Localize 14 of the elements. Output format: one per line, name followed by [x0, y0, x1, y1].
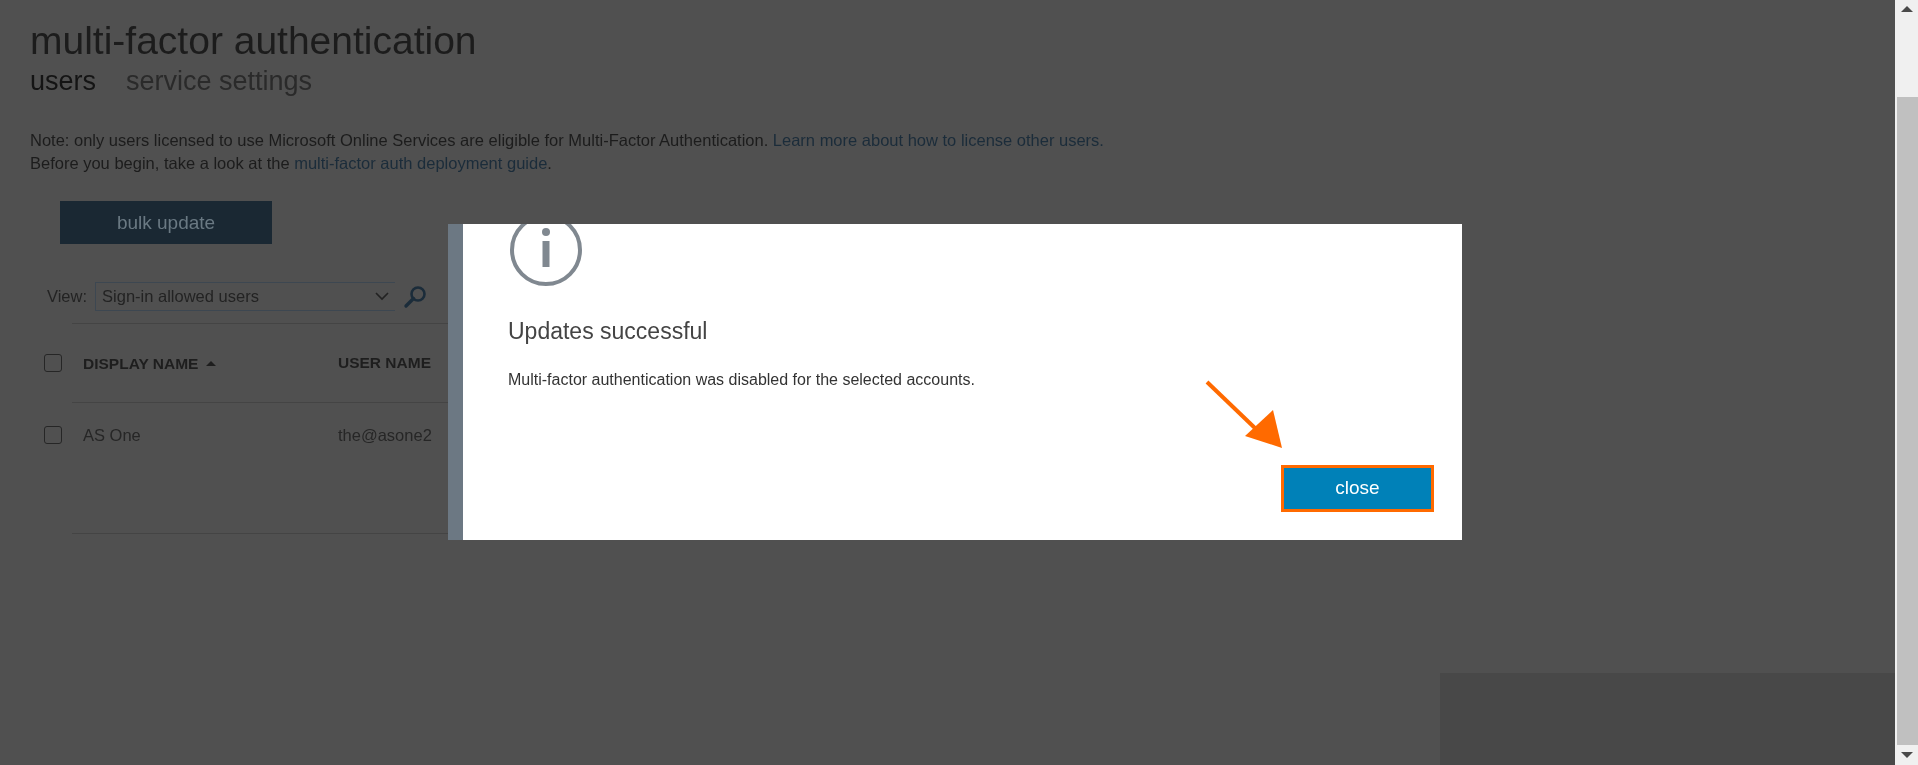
row-checkbox[interactable]: [44, 426, 62, 445]
info-icon: [508, 224, 584, 286]
tab[interactable]: users: [30, 64, 97, 98]
scroll-up-icon[interactable]: [1900, 6, 1913, 12]
sort-arrow-icon: [206, 358, 217, 368]
close-button[interactable]: close: [1281, 465, 1434, 512]
dialog-message: Multi-factor authentication was disabled for the selected accounts.: [508, 369, 976, 390]
chevron-down-icon: [375, 292, 390, 302]
scroll-down-icon[interactable]: [1900, 752, 1913, 758]
bulk-update-button[interactable]: bulk update: [60, 201, 272, 245]
select-all-checkbox[interactable]: [44, 354, 62, 373]
search-icon[interactable]: [403, 284, 428, 309]
dialog-title: Updates successful: [508, 317, 709, 346]
scrollbar[interactable]: [1895, 0, 1918, 765]
